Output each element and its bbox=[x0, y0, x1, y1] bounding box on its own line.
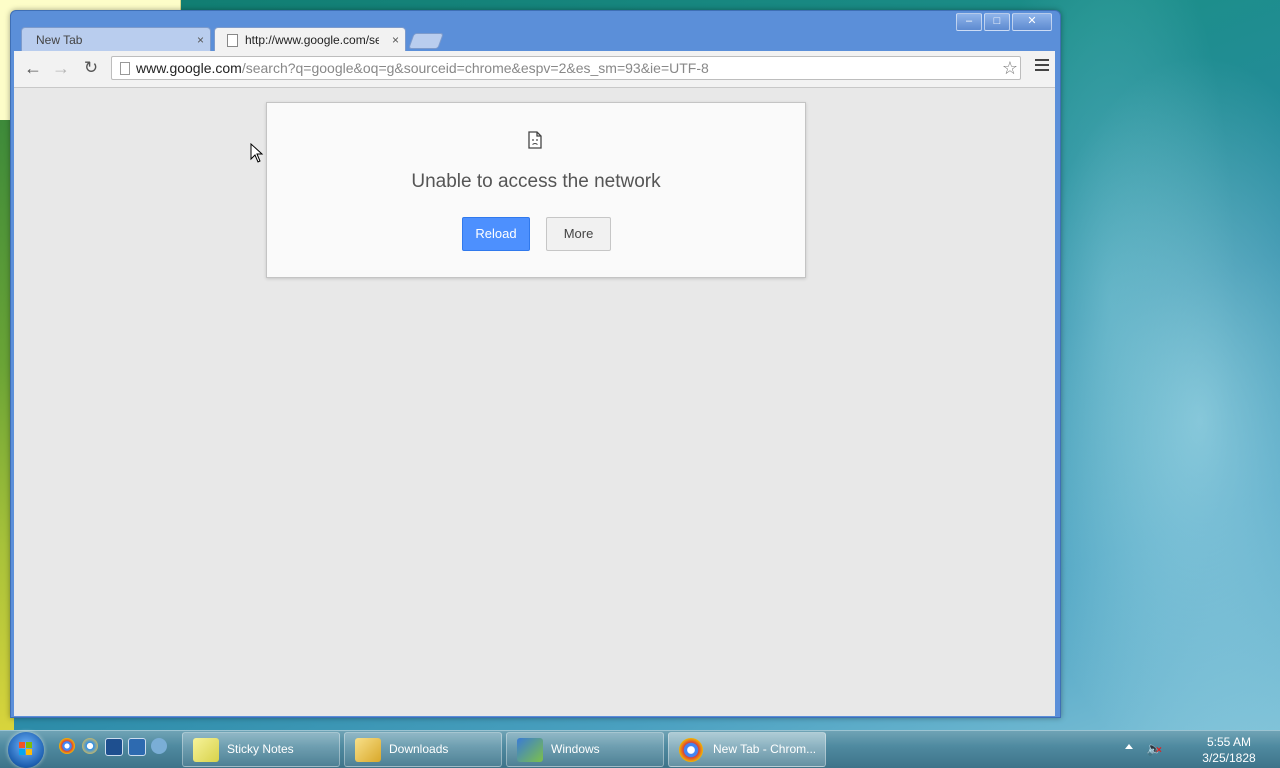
forward-arrow-icon[interactable]: → bbox=[50, 57, 72, 79]
task-downloads[interactable]: Downloads bbox=[344, 732, 502, 767]
network-quicklaunch-icon[interactable] bbox=[151, 738, 167, 754]
task-label: Windows bbox=[551, 742, 600, 756]
url-host: www.google.com bbox=[136, 60, 242, 76]
error-panel: Unable to access the network Reload More bbox=[266, 102, 806, 278]
reload-icon[interactable]: ↻ bbox=[80, 57, 102, 79]
task-label: Downloads bbox=[389, 742, 449, 756]
chrome-quicklaunch-icon[interactable] bbox=[59, 738, 75, 754]
browser-toolbar: ← → ↻ www.google.com/search?q=google&oq=… bbox=[14, 51, 1055, 88]
reload-button[interactable]: Reload bbox=[462, 217, 530, 251]
chrome-window: New Tab × http://www.google.com/search?q… bbox=[10, 10, 1061, 718]
windows-explorer-icon bbox=[517, 738, 543, 762]
task-windows[interactable]: Windows bbox=[506, 732, 664, 767]
windows-logo-icon bbox=[19, 742, 32, 755]
close-window-button[interactable]: ✕ bbox=[1012, 13, 1052, 31]
downloads-folder-icon bbox=[355, 738, 381, 762]
mute-x-icon: × bbox=[1156, 745, 1162, 756]
minimize-button[interactable]: – bbox=[956, 13, 982, 31]
tab-new-tab[interactable]: New Tab × bbox=[21, 27, 211, 52]
back-arrow-icon[interactable]: ← bbox=[22, 57, 44, 79]
page-content: Unable to access the network Reload More bbox=[14, 88, 1055, 716]
sticky-notes-icon bbox=[193, 738, 219, 762]
close-tab-icon[interactable]: × bbox=[392, 28, 399, 52]
clock-time: 5:55 AM bbox=[1206, 735, 1252, 749]
chrome-icon bbox=[679, 738, 703, 762]
sad-page-icon bbox=[528, 131, 542, 149]
error-title: Unable to access the network bbox=[411, 171, 661, 192]
close-tab-icon[interactable]: × bbox=[197, 28, 204, 52]
new-tab-button[interactable] bbox=[408, 33, 444, 49]
internet-explorer-icon[interactable] bbox=[82, 738, 98, 754]
tab-label: http://www.google.com/search?q=google&oq… bbox=[245, 33, 379, 47]
tab-google-search[interactable]: http://www.google.com/search?q=google&oq… bbox=[214, 27, 406, 52]
task-label: Sticky Notes bbox=[227, 742, 294, 756]
url-path: /search?q=google&oq=g&sourceid=chrome&es… bbox=[241, 60, 709, 76]
bookmark-star-icon[interactable]: ☆ bbox=[1002, 57, 1018, 79]
switch-windows-icon[interactable] bbox=[128, 738, 146, 756]
title-bar[interactable]: New Tab × http://www.google.com/search?q… bbox=[11, 11, 1060, 52]
chrome-menu-icon[interactable] bbox=[1035, 59, 1049, 73]
address-bar[interactable]: www.google.com/search?q=google&oq=g&sour… bbox=[111, 56, 1021, 80]
tab-label: New Tab bbox=[36, 33, 83, 47]
url-text[interactable]: www.google.com/search?q=google&oq=g&sour… bbox=[136, 60, 709, 76]
system-clock[interactable]: 5:55 AM 3/25/1828 bbox=[1190, 734, 1268, 766]
task-sticky-notes[interactable]: Sticky Notes bbox=[182, 732, 340, 767]
taskbar: Sticky Notes Downloads Windows New Tab -… bbox=[0, 730, 1280, 768]
clock-date: 3/25/1828 bbox=[1202, 751, 1256, 765]
show-desktop-icon[interactable] bbox=[105, 738, 123, 756]
start-button[interactable] bbox=[8, 732, 44, 768]
task-chrome[interactable]: New Tab - Chrom... bbox=[668, 732, 826, 767]
task-label: New Tab - Chrom... bbox=[713, 742, 817, 756]
show-hidden-icons-arrow[interactable] bbox=[1125, 744, 1133, 749]
page-icon bbox=[227, 34, 238, 47]
window-controls: – □ ✕ bbox=[956, 13, 1052, 31]
maximize-button[interactable]: □ bbox=[984, 13, 1010, 31]
mouse-pointer-icon bbox=[250, 143, 264, 163]
page-icon bbox=[120, 62, 130, 75]
more-button[interactable]: More bbox=[546, 217, 611, 251]
